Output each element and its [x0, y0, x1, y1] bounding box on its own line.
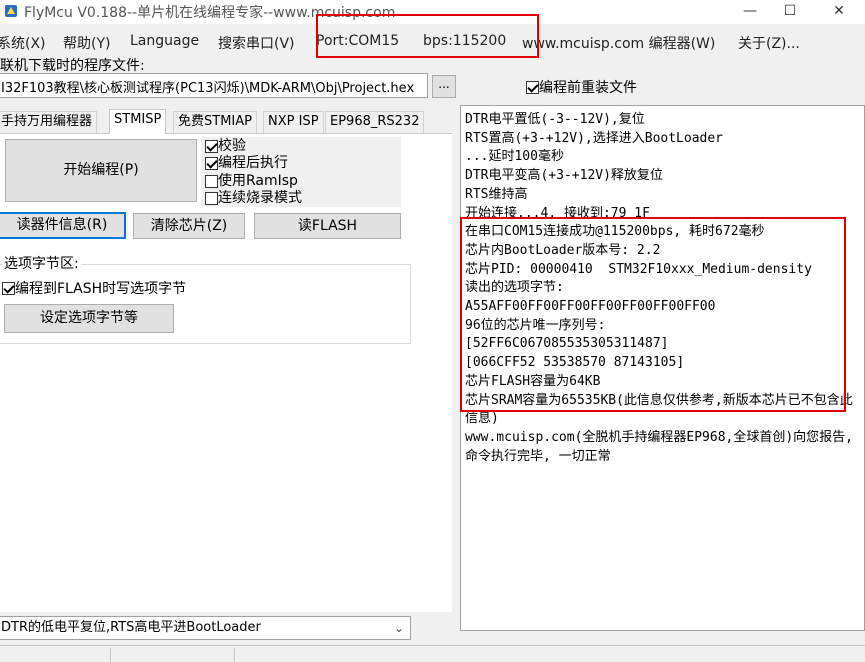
verify-checkbox[interactable]: 校验: [205, 138, 246, 154]
menu-language[interactable]: Language: [130, 33, 199, 49]
verify-label: 校验: [218, 138, 246, 154]
status-bar: [0, 645, 865, 662]
file-label: 联机下载时的程序文件:: [0, 58, 145, 74]
status-divider: [234, 648, 235, 662]
checkbox-icon: [205, 156, 218, 170]
write-option-bytes-checkbox[interactable]: 编程到FLASH时写选项字节: [2, 278, 186, 298]
tab-ep968[interactable]: EP968_RS232: [325, 111, 425, 133]
close-button[interactable]: ✕: [816, 0, 862, 24]
app-icon: [5, 5, 17, 17]
reset-mode-value: DTR的低电平复位,RTS高电平进BootLoader: [1, 620, 261, 635]
continuous-mode-checkbox[interactable]: 连续烧录模式: [205, 190, 302, 206]
highlight-port-box: [316, 14, 539, 58]
reload-file-label: 编程前重装文件: [539, 80, 637, 96]
log-line: RTS置高(+3-+12V),选择进入BootLoader: [465, 130, 724, 146]
chevron-down-icon[interactable]: ⌄: [388, 617, 410, 639]
checkbox-icon: [205, 139, 218, 153]
tab-nxp-isp[interactable]: NXP ISP: [263, 111, 324, 133]
checkbox-icon: [205, 174, 218, 188]
menu-about[interactable]: 关于(Z)...: [738, 33, 800, 53]
read-flash-button[interactable]: 读FLASH: [254, 213, 401, 239]
start-programming-button[interactable]: 开始编程(P): [5, 139, 197, 202]
reload-file-checkbox[interactable]: 编程前重装文件: [526, 77, 637, 97]
use-ramisp-label: 使用RamIsp: [218, 173, 298, 189]
option-bytes-title: 选项字节区:: [2, 253, 81, 273]
maximize-button[interactable]: ☐: [767, 0, 813, 24]
run-after-label: 编程后执行: [218, 155, 288, 171]
log-line: DTR电平变高(+3-+12V)释放复位: [465, 168, 663, 184]
run-after-checkbox[interactable]: 编程后执行: [205, 155, 288, 171]
menu-search-port[interactable]: 搜索串口(V): [218, 33, 295, 53]
read-device-info-button[interactable]: 读器件信息(R): [0, 212, 126, 239]
highlight-log-box: [460, 217, 846, 412]
reset-mode-select[interactable]: DTR的低电平复位,RTS高电平进BootLoader ⌄: [0, 616, 411, 640]
log-line: RTS维持高: [465, 186, 528, 202]
tab-handheld[interactable]: 手持万用编程器: [0, 111, 98, 133]
write-option-bytes-label: 编程到FLASH时写选项字节: [15, 281, 187, 297]
log-line: DTR电平置低(-3--12V),复位: [465, 112, 645, 127]
menu-system[interactable]: 系统(X): [0, 33, 46, 53]
checkbox-icon: [2, 281, 15, 295]
log-line: ...延时100毫秒: [465, 149, 564, 165]
checkbox-icon: [526, 80, 539, 94]
file-path-input[interactable]: I32F103教程\核心板测试程序(PC13闪烁)\MDK-ARM\Obj\Pr…: [0, 73, 428, 98]
log-line: www.mcuisp.com(全脱机手持编程器EP968,全球首创)向您报告, …: [465, 429, 861, 464]
set-option-bytes-button[interactable]: 设定选项字节等: [4, 304, 174, 333]
status-divider: [110, 648, 111, 662]
menu-help[interactable]: 帮助(Y): [63, 33, 110, 53]
use-ramisp-checkbox[interactable]: 使用RamIsp: [205, 173, 298, 189]
menu-programmer[interactable]: www.mcuisp.com 编程器(W): [522, 33, 715, 53]
tab-free-stmiap[interactable]: 免费STMIAP: [173, 111, 257, 133]
tab-strip: 手持万用编程器 STMISP 免费STMIAP NXP ISP EP968_RS…: [0, 109, 430, 134]
erase-chip-button[interactable]: 清除芯片(Z): [133, 213, 245, 239]
continuous-mode-label: 连续烧录模式: [218, 190, 302, 206]
browse-button[interactable]: ...: [432, 75, 456, 98]
checkbox-icon: [205, 191, 218, 205]
tab-stmisp[interactable]: STMISP: [109, 109, 167, 134]
